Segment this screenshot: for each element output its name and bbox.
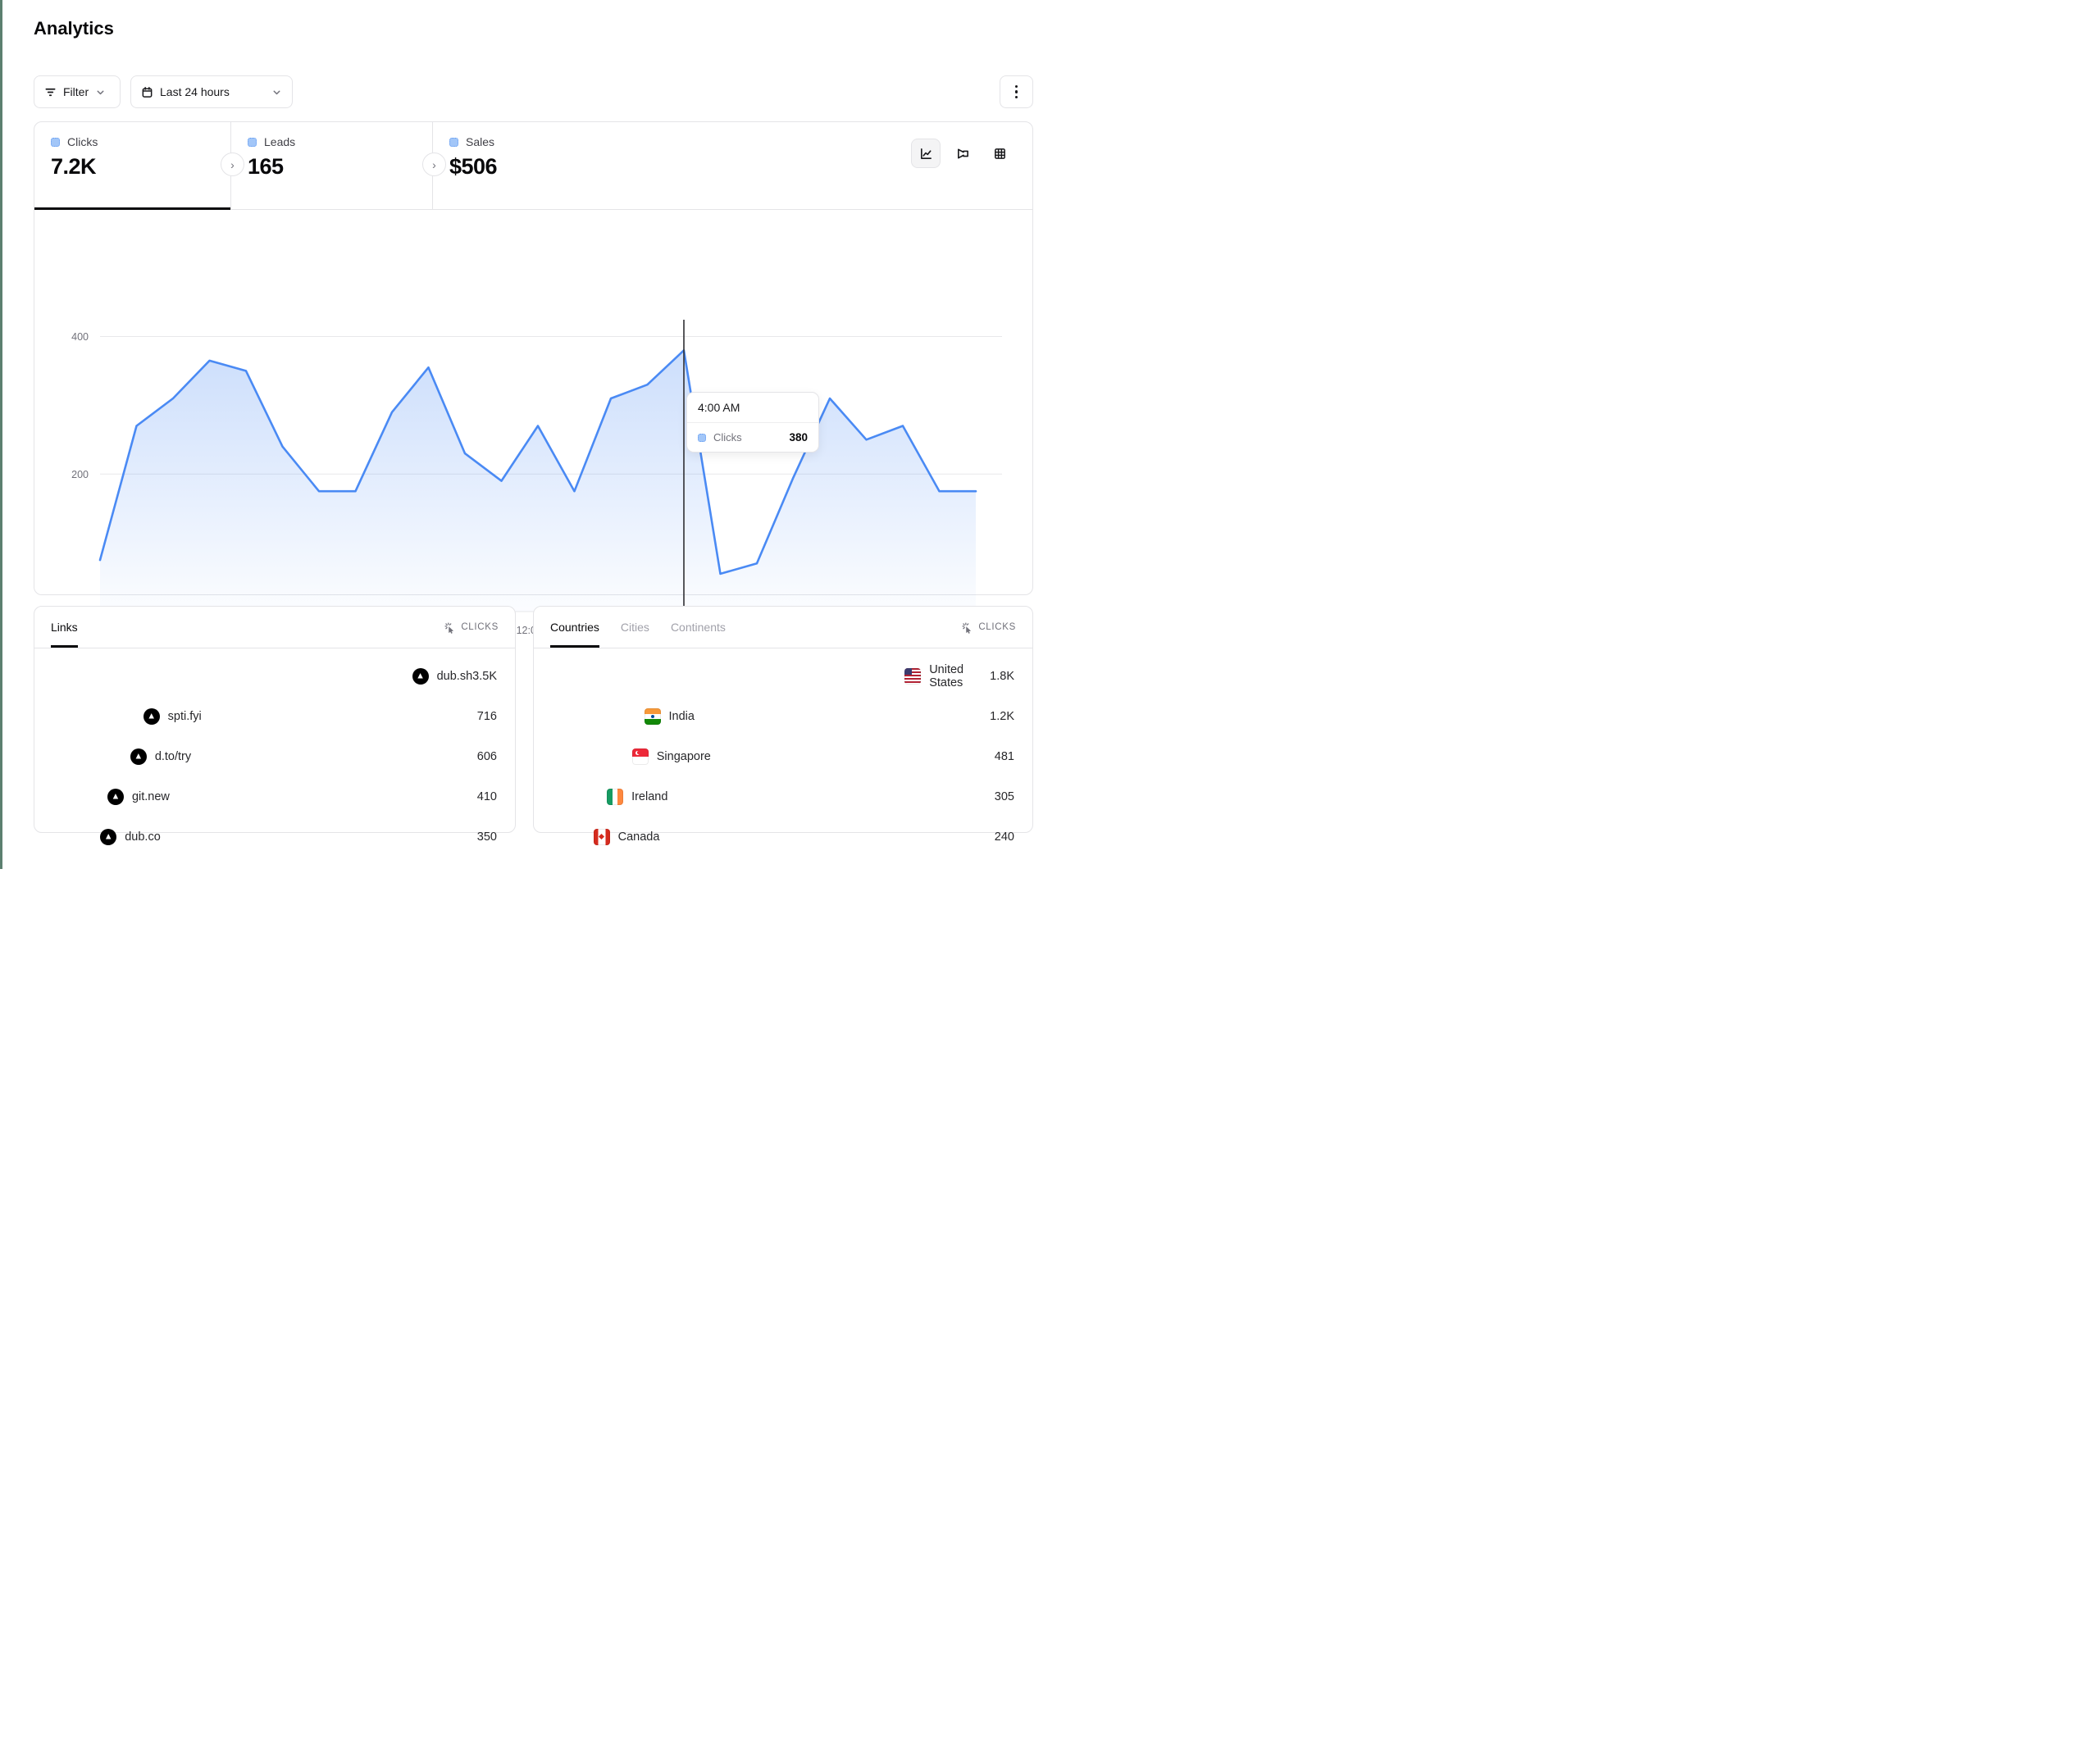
chart-type-switcher <box>911 139 1014 168</box>
tab-countries[interactable]: Countries <box>550 607 599 648</box>
link-label: d.to/try <box>155 750 191 763</box>
chart-canvas: 02004004:00 PM8:00 PM12:00 AM4:00 AM8:00… <box>34 318 1034 646</box>
country-label: India <box>669 710 695 723</box>
country-clicks-value: 305 <box>995 790 1016 803</box>
clicks-legend-icon <box>51 138 60 147</box>
country-label: Ireland <box>631 790 667 803</box>
country-label: Singapore <box>657 750 711 763</box>
table-grid-icon <box>993 147 1007 161</box>
page-title: Analytics <box>34 18 114 39</box>
tab-continents[interactable]: Continents <box>671 607 726 648</box>
dub-favicon-icon: ▲ <box>107 789 124 805</box>
country-clicks-value: 240 <box>995 830 1016 844</box>
country-clicks-value: 1.2K <box>990 710 1016 723</box>
chevron-down-icon <box>95 87 106 98</box>
table-view-button[interactable] <box>985 139 1014 168</box>
filter-button-label: Filter <box>63 85 89 98</box>
link-clicks-value: 410 <box>477 790 499 803</box>
leads-total: 165 <box>248 154 432 180</box>
dub-favicon-icon: ▲ <box>100 829 116 845</box>
link-label: git.new <box>132 790 170 803</box>
kebab-menu-icon <box>1015 85 1018 99</box>
country-flag-icon <box>607 789 623 805</box>
stats-tabs: Clicks 7.2K Leads 165 Sales $506 › › <box>34 122 1032 210</box>
expand-clicks-leads-button[interactable]: › <box>221 152 244 176</box>
countries-metric-toggle[interactable]: CLICKS <box>961 621 1016 634</box>
svg-text:400: 400 <box>71 331 89 343</box>
tooltip-series-label: Clicks <box>713 431 742 444</box>
country-row[interactable]: Canada 240 <box>550 821 1016 853</box>
link-clicks-value: 606 <box>477 750 499 763</box>
dub-favicon-icon: ▲ <box>130 748 147 765</box>
funnel-view-button[interactable] <box>948 139 977 168</box>
tab-links[interactable]: Links <box>51 607 78 648</box>
dub-favicon-icon: ▲ <box>412 668 429 685</box>
calendar-icon <box>141 86 153 98</box>
sales-tab-label: Sales <box>466 135 494 148</box>
chart-tooltip: 4:00 AM Clicks 380 <box>686 392 819 453</box>
funnel-icon <box>956 147 970 161</box>
links-list: ▲ dub.sh 3.5K ▲ spti.fyi 716 ▲ d.to/try … <box>34 648 515 853</box>
country-flag-icon <box>632 748 649 765</box>
countries-metric-label: CLICKS <box>978 622 1016 632</box>
filter-button[interactable]: Filter <box>34 75 121 108</box>
country-label: United States <box>929 663 990 689</box>
cursor-click-icon <box>444 621 456 634</box>
country-flag-icon <box>904 668 921 685</box>
link-row[interactable]: ▲ d.to/try 606 <box>51 740 499 773</box>
clicks-tab-label: Clicks <box>67 135 98 148</box>
line-chart-icon <box>919 147 933 161</box>
link-label: spti.fyi <box>168 710 202 723</box>
date-range-label: Last 24 hours <box>160 85 230 98</box>
clicks-area-chart[interactable]: 02004004:00 PM8:00 PM12:00 AM4:00 AM8:00… <box>34 210 1032 595</box>
analytics-page: Analytics Filter Last 24 hours Clicks 7.… <box>0 0 1050 869</box>
tab-clicks[interactable]: Clicks 7.2K <box>34 122 231 209</box>
expand-leads-sales-button[interactable]: › <box>422 152 446 176</box>
country-row[interactable]: India 1.2K <box>550 700 1016 733</box>
country-flag-icon <box>645 708 661 725</box>
leads-legend-icon <box>248 138 257 147</box>
tooltip-value: 380 <box>789 431 808 444</box>
links-panel: Links CLICKS ▲ dub.sh 3.5K <box>34 606 516 833</box>
country-row[interactable]: Singapore 481 <box>550 740 1016 773</box>
country-clicks-value: 481 <box>995 750 1016 763</box>
dub-favicon-icon: ▲ <box>143 708 160 725</box>
clicks-total: 7.2K <box>51 154 230 180</box>
country-row[interactable]: United States 1.8K <box>550 660 1016 693</box>
chevron-down-icon <box>271 87 282 98</box>
link-label: dub.co <box>125 830 161 844</box>
analytics-card: Clicks 7.2K Leads 165 Sales $506 › › <box>34 121 1033 595</box>
line-chart-view-button[interactable] <box>911 139 941 168</box>
more-options-button[interactable] <box>1000 75 1033 108</box>
link-clicks-value: 3.5K <box>472 670 499 683</box>
window-edge-strip <box>0 0 2 869</box>
country-label: Canada <box>618 830 660 844</box>
tooltip-time: 4:00 AM <box>687 393 818 423</box>
date-range-button[interactable]: Last 24 hours <box>130 75 293 108</box>
links-metric-toggle[interactable]: CLICKS <box>444 621 499 634</box>
country-clicks-value: 1.8K <box>990 670 1016 683</box>
svg-text:200: 200 <box>71 469 89 480</box>
filter-icon <box>44 86 57 98</box>
countries-list: United States 1.8K India 1.2K Singapore … <box>534 648 1032 853</box>
link-label: dub.sh <box>437 670 473 683</box>
links-metric-label: CLICKS <box>461 622 499 632</box>
sales-legend-icon <box>449 138 458 147</box>
link-row[interactable]: ▲ dub.co 350 <box>51 821 499 853</box>
country-row[interactable]: Ireland 305 <box>550 780 1016 813</box>
link-row[interactable]: ▲ spti.fyi 716 <box>51 700 499 733</box>
link-row[interactable]: ▲ dub.sh 3.5K <box>51 660 499 693</box>
cursor-click-icon <box>961 621 973 634</box>
tab-leads[interactable]: Leads 165 <box>231 122 433 209</box>
link-clicks-value: 350 <box>477 830 499 844</box>
tab-cities[interactable]: Cities <box>621 607 649 648</box>
link-clicks-value: 716 <box>477 710 499 723</box>
tooltip-legend-icon <box>698 434 706 442</box>
leads-tab-label: Leads <box>264 135 295 148</box>
countries-panel: Countries Cities Continents CLICKS Unite… <box>533 606 1033 833</box>
country-flag-icon <box>594 829 610 845</box>
link-row[interactable]: ▲ git.new 410 <box>51 780 499 813</box>
